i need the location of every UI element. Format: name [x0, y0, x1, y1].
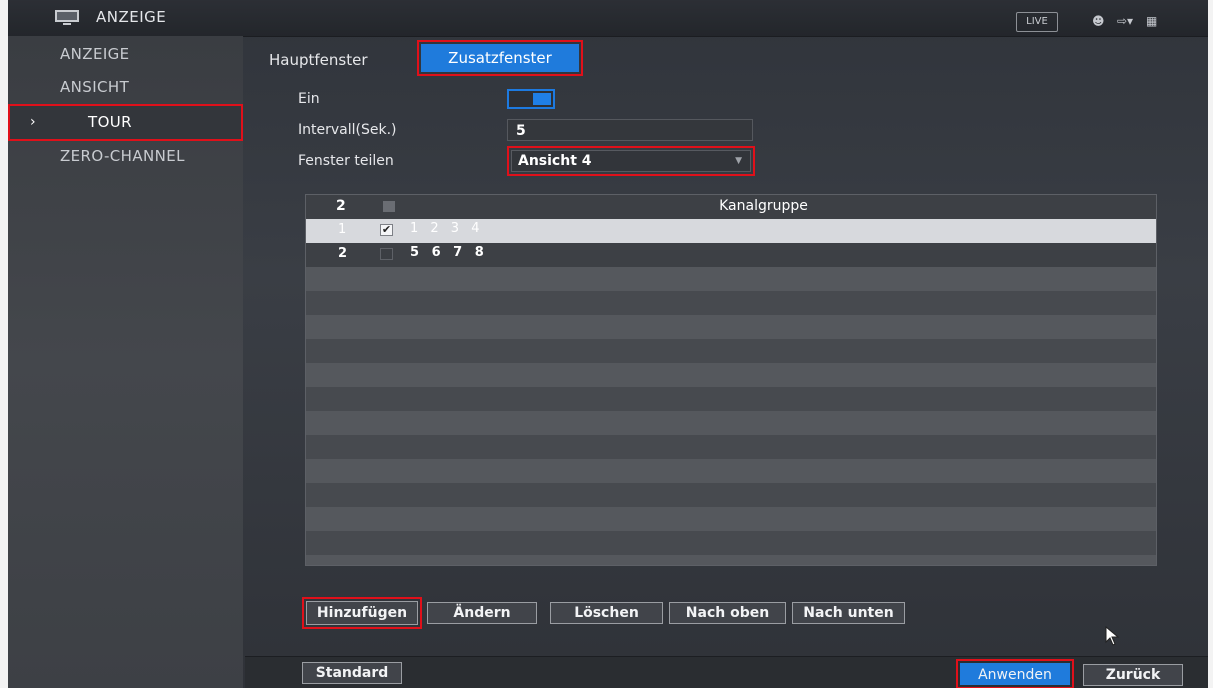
column-header-kanalgruppe: Kanalgruppe: [719, 198, 808, 214]
table-row[interactable]: 2 5 6 7 8: [306, 243, 1156, 267]
move-down-button[interactable]: Nach unten: [792, 602, 905, 624]
enable-toggle[interactable]: [507, 89, 555, 109]
channel-group-table: 2 Kanalgruppe 1 ✔ 1 2 3 4 2 5 6 7 8: [305, 194, 1157, 566]
add-button-highlight: Hinzufügen: [302, 597, 422, 629]
back-button[interactable]: Zurück: [1083, 664, 1183, 686]
live-button[interactable]: LIVE: [1016, 12, 1058, 32]
sidebar-item-tour[interactable]: › TOUR: [8, 104, 243, 141]
split-label: Fenster teilen: [298, 153, 394, 169]
table-row[interactable]: 1 ✔ 1 2 3 4: [306, 219, 1156, 243]
sidebar-item-ansicht[interactable]: ANSICHT: [8, 71, 243, 103]
apply-button[interactable]: Anwenden: [960, 663, 1070, 685]
apply-button-highlight: Anwenden: [956, 659, 1074, 688]
top-bar: ANZEIGE LIVE ☻ ⇨▾ ▦: [8, 0, 1208, 37]
interval-label: Intervall(Sek.): [298, 122, 397, 138]
tab-hauptfenster[interactable]: Hauptfenster: [269, 44, 368, 76]
empty-row: [306, 291, 1156, 315]
grid-icon[interactable]: ▦: [1146, 14, 1157, 28]
chevron-down-icon: ▼: [735, 156, 742, 166]
empty-row: [306, 411, 1156, 435]
split-select-value: Ansicht 4: [518, 153, 592, 169]
toggle-knob: [533, 93, 551, 105]
move-up-button[interactable]: Nach oben: [669, 602, 786, 624]
chevron-right-icon: ›: [30, 114, 36, 130]
empty-row: [306, 387, 1156, 411]
interval-input[interactable]: 5: [507, 119, 753, 141]
main-panel: Hauptfenster Zusatzfenster Ein Intervall…: [245, 36, 1208, 688]
split-select-highlight: Ansicht 4 ▼: [507, 146, 755, 176]
sidebar-item-label: TOUR: [88, 113, 132, 131]
bottom-bar: Standard Anwenden Zurück: [245, 656, 1208, 688]
sidebar-item-label: ZERO-CHANNEL: [60, 147, 185, 165]
row-checkbox[interactable]: [380, 248, 393, 260]
add-button[interactable]: Hinzufügen: [306, 601, 418, 625]
edit-button[interactable]: Ändern: [427, 602, 537, 624]
empty-row: [306, 339, 1156, 363]
tab-zusatzfenster[interactable]: Zusatzfenster: [417, 40, 583, 76]
delete-button[interactable]: Löschen: [550, 602, 663, 624]
empty-row: [306, 483, 1156, 507]
empty-row: [306, 459, 1156, 483]
empty-row: [306, 315, 1156, 339]
sidebar-item-label: ANZEIGE: [60, 45, 130, 63]
sidebar-item-label: ANSICHT: [60, 78, 130, 96]
logout-icon[interactable]: ⇨▾: [1117, 14, 1133, 28]
empty-row: [306, 507, 1156, 531]
app-title: ANZEIGE: [96, 8, 167, 26]
default-button[interactable]: Standard: [302, 662, 402, 684]
dvr-screen: ANZEIGE LIVE ☻ ⇨▾ ▦ ANZEIGE ANSICHT › TO…: [8, 0, 1208, 688]
split-select[interactable]: Ansicht 4 ▼: [511, 150, 751, 172]
monitor-icon: [55, 10, 79, 25]
sidebar: ANZEIGE ANSICHT › TOUR ZERO-CHANNEL: [8, 36, 243, 688]
empty-row: [306, 435, 1156, 459]
row-channels: 1 2 3 4: [410, 221, 484, 236]
user-icon[interactable]: ☻: [1092, 14, 1105, 28]
sidebar-item-zero-channel[interactable]: ZERO-CHANNEL: [8, 140, 243, 172]
row-number: 2: [338, 246, 348, 261]
empty-row: [306, 267, 1156, 291]
row-number: 1: [338, 222, 347, 237]
empty-row: [306, 555, 1156, 565]
table-header: 2 Kanalgruppe: [306, 195, 1156, 219]
mouse-cursor-icon: [1105, 626, 1120, 646]
tab-label: Zusatzfenster: [421, 44, 579, 72]
row-checkbox[interactable]: ✔: [380, 224, 393, 236]
sidebar-item-anzeige[interactable]: ANZEIGE: [8, 38, 243, 70]
row-channels: 5 6 7 8: [410, 245, 488, 260]
enable-label: Ein: [298, 91, 320, 107]
empty-row: [306, 531, 1156, 555]
empty-row: [306, 363, 1156, 387]
